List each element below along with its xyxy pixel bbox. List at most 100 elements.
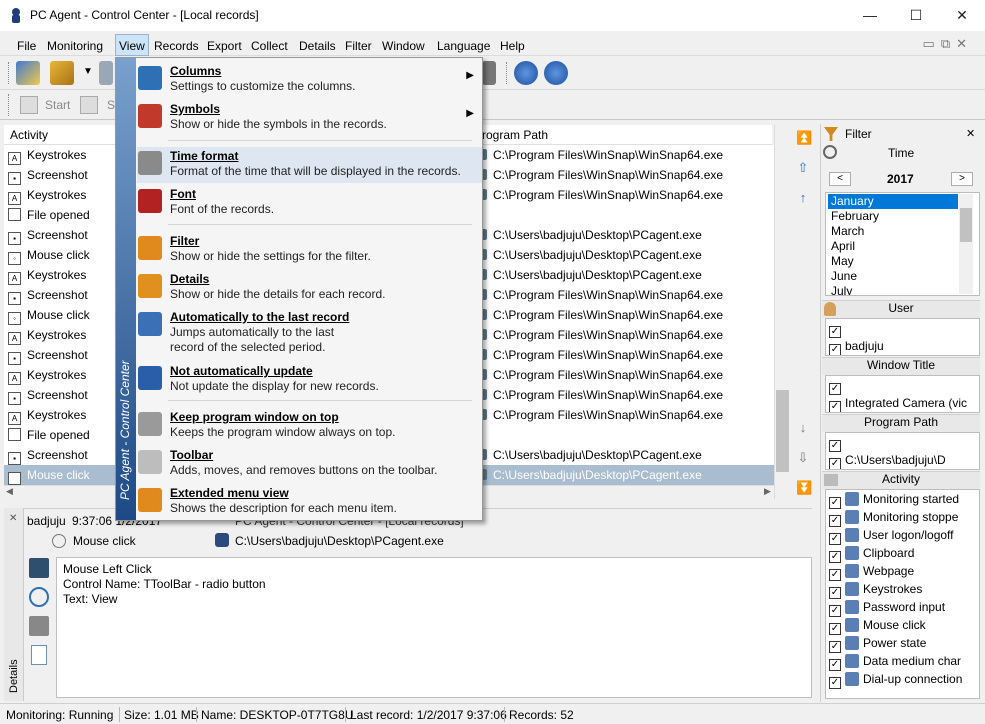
menu-export[interactable]: Export <box>207 39 242 53</box>
checkbox[interactable]: ✓ <box>829 569 841 581</box>
filter-close-icon[interactable]: ✕ <box>966 127 975 140</box>
menu-collect[interactable]: Collect <box>251 39 288 53</box>
window-title-list[interactable]: ✓ ✓ Integrated Camera (vic <box>825 375 980 413</box>
year-next-button[interactable]: > <box>951 172 973 186</box>
checkbox[interactable]: ✓ <box>829 458 841 469</box>
checkbox[interactable]: ✓ <box>829 497 841 509</box>
filter-checkbox-item[interactable]: ✓ <box>829 378 845 396</box>
minimize-button[interactable]: — <box>847 0 893 31</box>
filter-checkbox-item[interactable]: ✓ Mouse click <box>829 618 926 636</box>
month-item[interactable]: May <box>828 254 958 269</box>
filter-checkbox-item[interactable]: ✓ C:\Users\badjuju\D <box>829 453 946 469</box>
filter-checkbox-item[interactable]: ✓ <box>829 435 845 453</box>
checkbox[interactable]: ✓ <box>829 440 841 452</box>
toolbar-grip[interactable] <box>8 94 11 116</box>
filter-checkbox-item[interactable]: ✓ Integrated Camera (vic <box>829 396 967 412</box>
menu-monitoring[interactable]: Monitoring <box>47 39 103 53</box>
month-item[interactable]: June <box>828 269 958 284</box>
filter-checkbox-item[interactable]: ✓ Password input <box>829 600 945 618</box>
month-item[interactable]: July <box>828 284 958 295</box>
filter-checkbox-item[interactable]: ✓ Webpage <box>829 564 914 582</box>
checkbox[interactable]: ✓ <box>829 551 841 563</box>
filter-checkbox-item[interactable]: ✓ User logon/logoff <box>829 528 954 546</box>
first-record-icon[interactable]: ⏫ <box>796 131 812 145</box>
filter-checkbox-item[interactable]: ✓ Monitoring started <box>829 492 959 510</box>
stop-button[interactable]: S <box>107 98 115 112</box>
menu-item-extended-menu-view[interactable]: Extended menu view Shows the description … <box>137 484 482 520</box>
dropdown-arrow-icon[interactable]: ▼ <box>83 66 93 77</box>
filter-checkbox-item[interactable]: ✓ Data medium char <box>829 654 961 672</box>
toolbar-grip[interactable] <box>8 62 11 84</box>
mdi-window-controls[interactable]: ▭⧉✕ <box>923 36 973 52</box>
menu-details[interactable]: Details <box>299 39 336 53</box>
menu-view[interactable]: View <box>119 39 145 53</box>
maximize-button[interactable]: ☐ <box>893 0 939 31</box>
menu-language[interactable]: Language <box>437 39 490 53</box>
month-item[interactable]: March <box>828 224 958 239</box>
copy-icon[interactable] <box>29 616 49 636</box>
menu-item-not-automatically-update[interactable]: Not automatically update Not update the d… <box>137 362 482 398</box>
menu-item-time-format[interactable]: Time format Format of the time that will … <box>137 147 482 183</box>
program-path-list[interactable]: ✓ ✓ C:\Users\badjuju\D <box>825 432 980 470</box>
start-button[interactable]: Start <box>45 98 70 112</box>
last-record-icon[interactable]: ⏬ <box>796 481 812 495</box>
column-header-program-path[interactable]: rogram Path <box>482 125 772 145</box>
checkbox[interactable]: ✓ <box>829 623 841 635</box>
camera-icon[interactable] <box>482 61 496 85</box>
menu-file[interactable]: File <box>17 39 36 53</box>
print-icon[interactable] <box>99 61 113 85</box>
checkbox[interactable]: ✓ <box>829 605 841 617</box>
month-list-scroll-thumb[interactable] <box>960 208 972 242</box>
details-tab[interactable]: Details <box>4 508 24 701</box>
previous-record-icon[interactable]: ↑ <box>796 191 810 205</box>
user-list[interactable]: ✓ ✓ badjuju <box>825 318 980 356</box>
checkbox[interactable]: ✓ <box>829 401 841 412</box>
vertical-scroll-thumb[interactable] <box>776 390 789 472</box>
menu-item-toolbar[interactable]: Toolbar Adds, moves, and removes buttons … <box>137 446 482 482</box>
filter-checkbox-item[interactable]: ✓ badjuju <box>829 339 884 355</box>
records-icon[interactable] <box>16 61 40 85</box>
activity-list[interactable]: ✓ Monitoring started ✓ Monitoring stoppe ✓ Us… <box>825 489 980 699</box>
checkbox[interactable]: ✓ <box>829 641 841 653</box>
menu-records[interactable]: Records <box>154 39 199 53</box>
menu-item-columns[interactable]: Columns Settings to customize the columns… <box>137 62 482 98</box>
scroll-right-icon[interactable]: ▶ <box>764 486 771 497</box>
menu-item-automatically-to-the-last-record[interactable]: Automatically to the last record Jumps au… <box>137 308 482 358</box>
checkbox[interactable]: ✓ <box>829 677 841 689</box>
year-prev-button[interactable]: < <box>829 172 851 186</box>
info-icon[interactable] <box>544 61 568 85</box>
details-close-icon[interactable]: ✕ <box>9 513 17 524</box>
checkbox[interactable]: ✓ <box>829 587 841 599</box>
page-up-icon[interactable]: ⇧ <box>796 161 810 175</box>
month-item[interactable]: April <box>828 239 958 254</box>
save-icon[interactable] <box>29 558 49 578</box>
next-record-icon[interactable]: ↓ <box>796 421 810 435</box>
filter-checkbox-item[interactable]: ✓ <box>829 321 845 339</box>
month-item[interactable]: February <box>828 209 958 224</box>
menu-item-keep-program-window-on-top[interactable]: Keep program window on top Keeps the prog… <box>137 408 482 444</box>
column-header-activity[interactable]: Activity <box>4 125 116 145</box>
menu-window[interactable]: Window <box>382 39 425 53</box>
checkbox[interactable]: ✓ <box>829 515 841 527</box>
scroll-left-icon[interactable]: ◀ <box>6 486 13 497</box>
open-folder-icon[interactable] <box>50 61 74 85</box>
checkbox[interactable]: ✓ <box>829 659 841 671</box>
filter-checkbox-item[interactable]: ✓ Keystrokes <box>829 582 922 600</box>
month-item[interactable]: January <box>828 194 958 209</box>
checkbox[interactable]: ✓ <box>829 344 841 355</box>
checkbox[interactable]: ✓ <box>829 326 841 338</box>
menu-item-filter[interactable]: Filter Show or hide the settings for the … <box>137 232 482 268</box>
page-down-icon[interactable]: ⇩ <box>796 451 810 465</box>
filter-checkbox-item[interactable]: ✓ Clipboard <box>829 546 914 564</box>
filter-checkbox-item[interactable]: ✓ Power state <box>829 636 926 654</box>
zoom-icon[interactable] <box>29 587 49 607</box>
filter-checkbox-item[interactable]: ✓ Dial-up connection <box>829 672 962 690</box>
menu-help[interactable]: Help <box>500 39 525 53</box>
menu-item-font[interactable]: Font Font of the records. <box>137 185 482 221</box>
checkbox[interactable]: ✓ <box>829 383 841 395</box>
close-button[interactable]: ✕ <box>939 0 985 31</box>
checkbox[interactable]: ✓ <box>829 533 841 545</box>
menu-item-details[interactable]: Details Show or hide the details for each… <box>137 270 482 306</box>
menu-filter[interactable]: Filter <box>345 39 372 53</box>
month-list[interactable]: January February March April May June July <box>825 192 980 296</box>
